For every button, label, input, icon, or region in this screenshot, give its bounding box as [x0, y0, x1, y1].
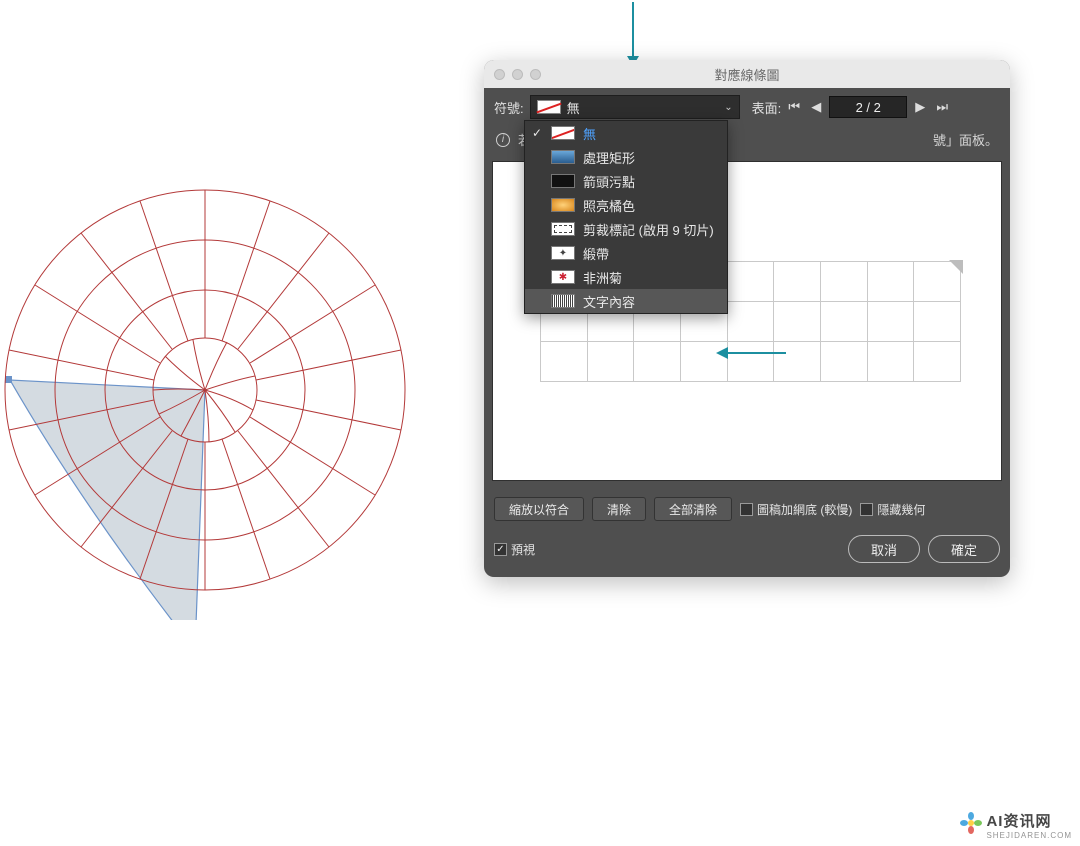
checkbox-icon: [740, 503, 753, 516]
watermark-subtext: SHEJIDAREN.COM: [986, 831, 1072, 840]
watermark-logo-icon: [960, 812, 982, 839]
dd-item-arrow-smudge[interactable]: 箭頭污點: [525, 169, 727, 193]
ribbon-swatch-icon: [551, 246, 575, 260]
page-indicator[interactable]: 2 / 2: [829, 96, 907, 118]
next-page-button[interactable]: ▶: [911, 99, 929, 115]
preview-checkbox-label: 預視: [511, 541, 535, 558]
symbol-options-dialog: 對應線條圖 符號: 無 ⌄ 表面: ⏮ ◀ 2 / 2 ▶ ⏭ i 若 號」面板…: [484, 60, 1010, 577]
surface-label: 表面:: [752, 98, 782, 117]
chevron-down-icon: ⌄: [724, 102, 732, 113]
dialog-footer: 縮放以符合 清除 全部清除 圖稿加網底 (較慢) 隱藏幾何 ✓ 預視 取消 確定: [484, 489, 1010, 577]
text-swatch-icon: [551, 294, 575, 308]
flower-swatch-icon: [551, 270, 575, 284]
watermark: AI资讯网 SHEJIDAREN.COM: [960, 810, 1072, 840]
arrow-swatch-icon: [551, 174, 575, 188]
annotation-arrow-down: [625, 2, 641, 69]
ok-button[interactable]: 確定: [928, 535, 1000, 563]
dd-label: 文字內容: [583, 292, 635, 311]
polar-chart-svg: [0, 120, 450, 620]
dd-label: 處理矩形: [583, 148, 635, 167]
fit-to-scale-button[interactable]: 縮放以符合: [494, 497, 584, 521]
surface-nav: 表面: ⏮ ◀ 2 / 2 ▶ ⏭: [752, 96, 952, 118]
symbol-dropdown[interactable]: 無 ⌄: [530, 95, 740, 119]
none-swatch-icon: [551, 126, 575, 140]
none-swatch-icon: [537, 100, 561, 114]
watermark-text: AI资讯网: [986, 813, 1051, 830]
clear-all-button[interactable]: 全部清除: [654, 497, 732, 521]
dd-label: 無: [583, 124, 596, 143]
annotation-arrow-left: [716, 346, 786, 363]
cancel-button[interactable]: 取消: [848, 535, 920, 563]
dialog-titlebar: 對應線條圖: [484, 60, 1010, 88]
info-icon: i: [496, 133, 510, 147]
dd-label: 剪裁標記 (啟用 9 切片): [583, 220, 714, 239]
dd-item-rect[interactable]: 處理矩形: [525, 145, 727, 169]
hide-geometry-checkbox[interactable]: 隱藏幾何: [860, 501, 925, 518]
preview-checkbox[interactable]: ✓ 預視: [494, 541, 535, 558]
dd-item-flower[interactable]: 非洲菊: [525, 265, 727, 289]
prev-page-button[interactable]: ◀: [807, 99, 825, 115]
raster-checkbox[interactable]: 圖稿加網底 (較慢): [740, 501, 852, 518]
dd-item-crop[interactable]: 剪裁標記 (啟用 9 切片): [525, 217, 727, 241]
last-page-button[interactable]: ⏭: [933, 99, 951, 115]
checkbox-checked-icon: ✓: [494, 543, 507, 556]
first-page-button[interactable]: ⏮: [785, 99, 803, 115]
crop-swatch-icon: [551, 222, 575, 236]
dd-item-text-content[interactable]: 文字內容: [525, 289, 727, 313]
raster-checkbox-label: 圖稿加網底 (較慢): [757, 501, 852, 518]
artboard-diagram: [0, 120, 450, 620]
checkbox-icon: [860, 503, 873, 516]
dialog-title: 對應線條圖: [484, 65, 1010, 84]
rect-swatch-icon: [551, 150, 575, 164]
hide-geometry-label: 隱藏幾何: [877, 501, 925, 518]
dd-item-none[interactable]: 無: [525, 121, 727, 145]
symbol-dropdown-list[interactable]: 無 處理矩形 箭頭污點 照亮橘色 剪裁標記 (啟用 9 切片) 緞帶 非洲菊: [524, 120, 728, 314]
dd-label: 緞帶: [583, 244, 609, 263]
dd-label: 非洲菊: [583, 268, 622, 287]
symbol-label: 符號:: [494, 98, 524, 117]
dd-item-orange[interactable]: 照亮橘色: [525, 193, 727, 217]
info-text-suffix: 號」面板。: [933, 130, 998, 149]
clear-button[interactable]: 清除: [592, 497, 646, 521]
dd-label: 照亮橘色: [583, 196, 635, 215]
orange-swatch-icon: [551, 198, 575, 212]
dd-label: 箭頭污點: [583, 172, 635, 191]
symbol-selected-value: 無: [567, 98, 725, 117]
dd-item-ribbon[interactable]: 緞帶: [525, 241, 727, 265]
